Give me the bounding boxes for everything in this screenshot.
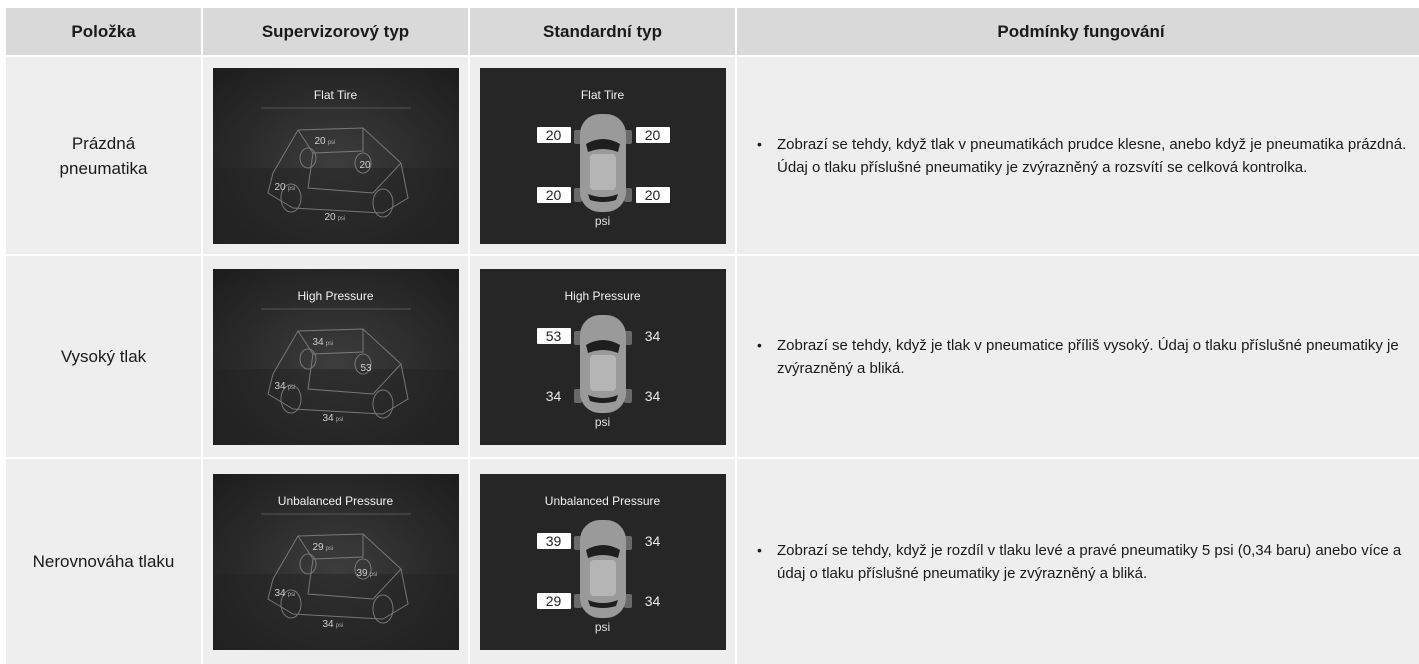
tire-fl-value: 20 — [536, 126, 571, 143]
row-2-standard-cell: High Pressure 53 34 34 34 psi — [470, 256, 735, 457]
row-1-description-text: Zobrazí se tehdy, když tlak v pneumatiká… — [777, 135, 1407, 176]
tire-fl-value: 39 — [536, 532, 571, 549]
psi-value: 20 psi — [324, 211, 346, 223]
standard-title: Unbalanced Pressure — [544, 493, 661, 508]
psi-value: 20 psi — [274, 181, 296, 193]
supervisor-title: Unbalanced Pressure — [277, 493, 394, 508]
row-1-standard-screen: Flat Tire 20 20 20 20 psi — [479, 67, 726, 244]
row-1-supervisor-cell: Flat Tire 20 psi 20 20 psi 20 psi — [203, 57, 468, 254]
row-3-description-text: Zobrazí se tehdy, když je rozdíl v tlaku… — [777, 541, 1402, 582]
tpms-table: Položka Supervizorový typ Standardní typ… — [6, 8, 1419, 664]
psi-value: 20 — [359, 159, 371, 171]
row-3-supervisor-screen: Unbalanced Pressure 29 psi 39 psi 34 psi 34… — [212, 473, 459, 650]
supervisor-title: Flat Tire — [313, 87, 358, 102]
tire-rr-value: 20 — [635, 186, 670, 203]
row-1-item: Prázdná pneumatika — [6, 57, 201, 254]
bullet-icon: • — [757, 336, 762, 353]
header-conditions: Podmínky fungování — [737, 8, 1419, 55]
psi-value: 34 psi — [274, 380, 296, 392]
row-2-item-label: Vysoký tlak — [60, 347, 147, 366]
standard-title: High Pressure — [564, 288, 641, 303]
bullet-icon: • — [757, 541, 762, 558]
header-standard: Standardní typ — [470, 8, 735, 55]
tire-fr-value: 34 — [644, 327, 661, 344]
tire-rl-value: 29 — [536, 592, 571, 609]
row-3-description: • Zobrazí se tehdy, když je rozdíl v tlak… — [737, 459, 1419, 664]
tire-fl-value: 53 — [536, 327, 571, 344]
psi-value: 39 psi — [356, 567, 378, 579]
row-1-supervisor-screen: Flat Tire 20 psi 20 20 psi 20 psi — [212, 67, 459, 244]
psi-value: 34 psi — [274, 587, 296, 599]
row-3-standard-cell: Unbalanced Pressure 39 34 29 34 psi — [470, 459, 735, 664]
row-3-item-label: Nerovnováha tlaku — [32, 552, 175, 571]
header-supervisor: Supervizorový typ — [203, 8, 468, 55]
supervisor-title: High Pressure — [297, 288, 374, 303]
tire-rr-value: 34 — [644, 387, 661, 404]
row-3-standard-screen: Unbalanced Pressure 39 34 29 34 psi — [479, 473, 726, 650]
psi-value: 29 psi — [312, 541, 334, 553]
row-3-supervisor-cell: Unbalanced Pressure 29 psi 39 psi 34 psi 34… — [203, 459, 468, 664]
row-2-supervisor-screen: High Pressure 34 psi 53 34 psi 34 psi — [212, 268, 459, 445]
psi-value: 34 psi — [312, 336, 334, 348]
row-1-item-label: Prázdná pneumatika — [59, 133, 148, 178]
tire-fr-value: 20 — [635, 126, 670, 143]
tire-fr-value: 34 — [644, 532, 661, 549]
row-1-standard-cell: Flat Tire 20 20 20 20 psi — [470, 57, 735, 254]
row-2-description: • Zobrazí se tehdy, když je tlak v pneuma… — [737, 256, 1419, 457]
row-3-item: Nerovnováha tlaku — [6, 459, 201, 664]
psi-unit: psi — [594, 213, 611, 228]
row-2-standard-screen: High Pressure 53 34 34 34 psi — [479, 268, 726, 445]
psi-value: 20 psi — [314, 135, 336, 147]
psi-value: 53 — [360, 362, 372, 374]
tire-rr-value: 34 — [644, 592, 661, 609]
psi-value: 34 psi — [322, 618, 344, 630]
psi-unit: psi — [594, 414, 611, 429]
row-2-supervisor-cell: High Pressure 34 psi 53 34 psi 34 psi — [203, 256, 468, 457]
tire-rl-value: 20 — [536, 186, 571, 203]
row-1-description: • Zobrazí se tehdy, když tlak v pneumatik… — [737, 57, 1419, 254]
bullet-icon: • — [757, 135, 762, 152]
psi-value: 34 psi — [322, 412, 344, 424]
row-2-item: Vysoký tlak — [6, 256, 201, 457]
row-2-description-text: Zobrazí se tehdy, když je tlak v pneumat… — [777, 336, 1399, 377]
tire-rl-value: 34 — [545, 387, 562, 404]
header-polozka: Položka — [6, 8, 201, 55]
standard-title: Flat Tire — [580, 87, 625, 102]
psi-unit: psi — [594, 619, 611, 634]
